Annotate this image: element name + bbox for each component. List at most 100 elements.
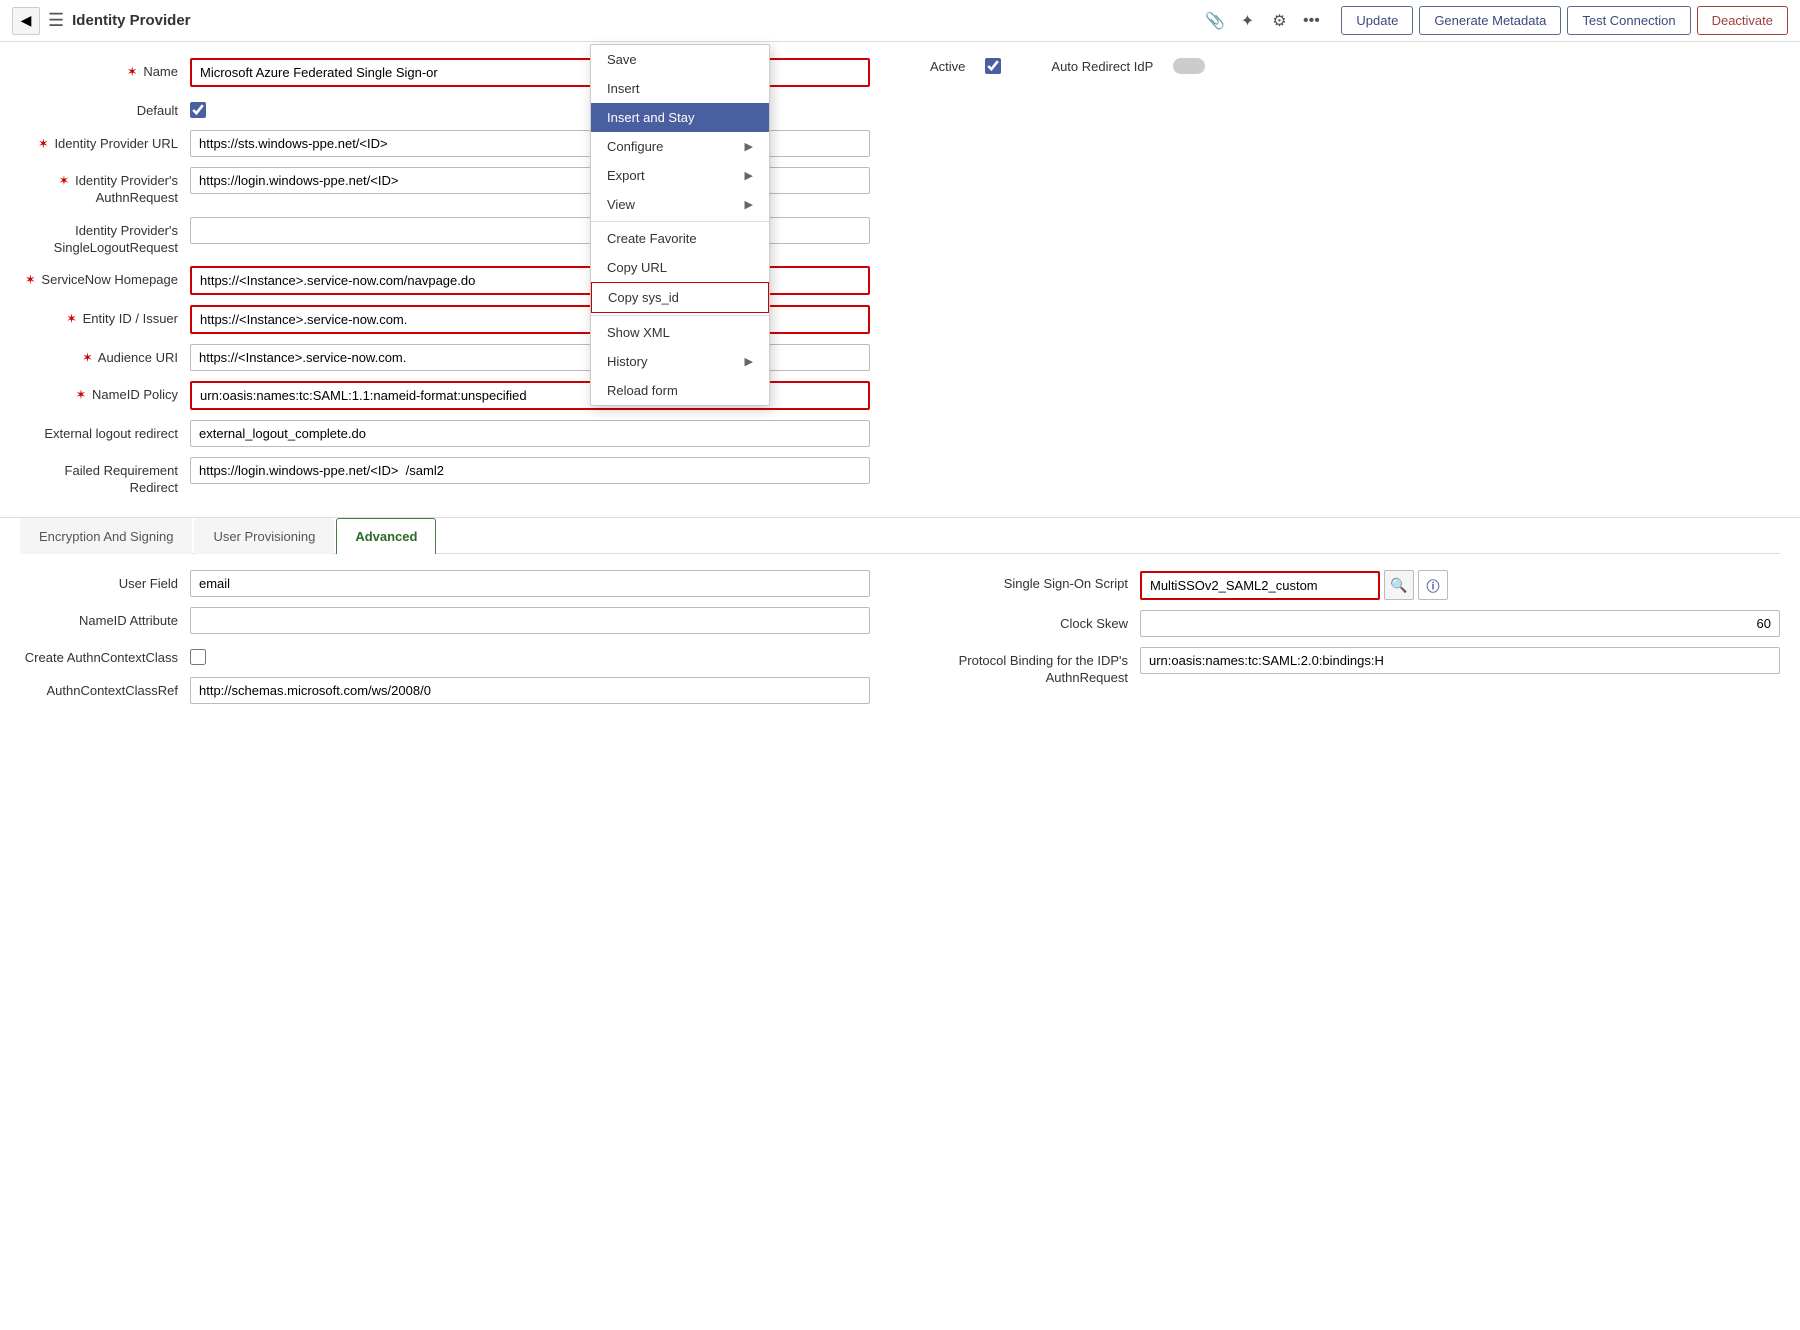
tab-user-provisioning[interactable]: User Provisioning: [194, 518, 334, 554]
menu-item-show-xml[interactable]: Show XML: [591, 318, 769, 347]
nameid-policy-required-star: ✶: [76, 387, 87, 402]
user-field-input[interactable]: [190, 570, 870, 597]
export-arrow-icon: ▶: [745, 169, 753, 182]
clock-skew-row: Clock Skew: [920, 610, 1780, 637]
entity-id-row: ✶ Entity ID / Issuer: [20, 305, 1780, 334]
audience-uri-required-star: ✶: [82, 350, 93, 365]
audience-uri-label: ✶ Audience URI: [20, 344, 190, 367]
update-button[interactable]: Update: [1341, 6, 1413, 35]
deactivate-button[interactable]: Deactivate: [1697, 6, 1788, 35]
idp-slo-row: Identity Provider's SingleLogoutRequest: [20, 217, 1780, 257]
configure-arrow-icon: ▶: [745, 140, 753, 153]
header-actions: Update Generate Metadata Test Connection…: [1341, 6, 1788, 35]
generate-metadata-button[interactable]: Generate Metadata: [1419, 6, 1561, 35]
idp-authn-row: ✶ Identity Provider's AuthnRequest: [20, 167, 1780, 207]
menu-item-insert[interactable]: Insert: [591, 74, 769, 103]
servicenow-hp-required-star: ✶: [25, 272, 36, 287]
menu-item-reload-form[interactable]: Reload form: [591, 376, 769, 405]
failed-req-row: Failed Requirement Redirect: [20, 457, 1780, 497]
add-icon[interactable]: ✦: [1233, 7, 1261, 35]
entity-id-required-star: ✶: [66, 311, 77, 326]
attachment-icon[interactable]: 📎: [1201, 7, 1229, 35]
menu-item-copy-sysid[interactable]: Copy sys_id: [591, 282, 769, 313]
form-area: ✶ Name Active Auto Redirect IdP Default …: [0, 42, 1800, 497]
back-button[interactable]: ◀: [12, 7, 40, 35]
auto-redirect-toggle[interactable]: [1173, 58, 1205, 74]
nameid-attr-row: NameID Attribute: [20, 607, 880, 634]
idp-slo-label: Identity Provider's SingleLogoutRequest: [20, 217, 190, 257]
authn-class-ref-label: AuthnContextClassRef: [20, 677, 190, 700]
idp-authn-required-star: ✶: [59, 173, 70, 188]
menu-item-save[interactable]: Save: [591, 45, 769, 74]
sso-script-label: Single Sign-On Script: [920, 570, 1140, 593]
context-menu: Save Insert Insert and Stay Configure ▶ …: [590, 44, 770, 406]
hamburger-icon[interactable]: ☰: [48, 10, 64, 31]
menu-item-export[interactable]: Export ▶: [591, 161, 769, 190]
user-field-label: User Field: [20, 570, 190, 593]
nameid-attr-input[interactable]: [190, 607, 870, 634]
nameid-policy-row: ✶ NameID Policy: [20, 381, 1780, 410]
tab-advanced[interactable]: Advanced: [336, 518, 436, 554]
name-label: ✶ Name: [20, 58, 190, 81]
authn-class-ref-row: AuthnContextClassRef: [20, 677, 880, 704]
header-left: ◀ ☰ Identity Provider: [12, 7, 191, 35]
entity-id-label: ✶ Entity ID / Issuer: [20, 305, 190, 328]
advanced-tab-content: User Field NameID Attribute Create Authn…: [20, 554, 1780, 730]
advanced-two-col: User Field NameID Attribute Create Authn…: [20, 570, 1780, 714]
default-checkbox-wrap: [190, 97, 206, 118]
name-row: ✶ Name Active Auto Redirect IdP: [20, 58, 1780, 87]
authn-class-ref-input[interactable]: [190, 677, 870, 704]
sso-script-wrap: 🔍 ⓘ: [1140, 570, 1448, 600]
menu-item-view[interactable]: View ▶: [591, 190, 769, 219]
header-icons: 📎 ✦ ⚙ •••: [1201, 7, 1325, 35]
menu-item-copy-url[interactable]: Copy URL: [591, 253, 769, 282]
default-label: Default: [20, 97, 190, 120]
protocol-binding-row: Protocol Binding for the IDP's AuthnRequ…: [920, 647, 1780, 687]
clock-skew-input[interactable]: [1140, 610, 1780, 637]
menu-item-history[interactable]: History ▶: [591, 347, 769, 376]
tab-encryption[interactable]: Encryption And Signing: [20, 518, 192, 554]
failed-req-input[interactable]: [190, 457, 870, 484]
idp-authn-label: ✶ Identity Provider's AuthnRequest: [20, 167, 190, 207]
idp-url-label: ✶ Identity Provider URL: [20, 130, 190, 153]
sso-script-input[interactable]: [1140, 571, 1380, 600]
history-arrow-icon: ▶: [745, 355, 753, 368]
failed-req-label: Failed Requirement Redirect: [20, 457, 190, 497]
more-icon[interactable]: •••: [1297, 7, 1325, 35]
settings-icon[interactable]: ⚙: [1265, 7, 1293, 35]
menu-item-create-favorite[interactable]: Create Favorite: [591, 224, 769, 253]
sso-script-row: Single Sign-On Script 🔍 ⓘ: [920, 570, 1780, 600]
view-arrow-icon: ▶: [745, 198, 753, 211]
ext-logout-label: External logout redirect: [20, 420, 190, 443]
servicenow-hp-label: ✶ ServiceNow Homepage: [20, 266, 190, 289]
default-checkbox[interactable]: [190, 102, 206, 118]
sso-info-button[interactable]: ⓘ: [1418, 570, 1448, 600]
menu-item-configure[interactable]: Configure ▶: [591, 132, 769, 161]
ext-logout-row: External logout redirect: [20, 420, 1780, 447]
create-authn-checkbox[interactable]: [190, 649, 206, 665]
nameid-attr-label: NameID Attribute: [20, 607, 190, 630]
menu-item-insert-and-stay[interactable]: Insert and Stay: [591, 103, 769, 132]
active-checkbox[interactable]: [985, 58, 1001, 74]
idp-url-row: ✶ Identity Provider URL: [20, 130, 1780, 157]
page-title: Identity Provider: [72, 12, 190, 29]
create-authn-checkbox-wrap: [190, 644, 206, 665]
advanced-left-col: User Field NameID Attribute Create Authn…: [20, 570, 880, 714]
header: ◀ ☰ Identity Provider 📎 ✦ ⚙ ••• Update G…: [0, 0, 1800, 42]
ext-logout-input[interactable]: [190, 420, 870, 447]
menu-divider-1: [591, 221, 769, 222]
active-label: Active: [930, 59, 965, 74]
audience-uri-row: ✶ Audience URI: [20, 344, 1780, 371]
create-authn-row: Create AuthnContextClass: [20, 644, 880, 667]
default-row: Default: [20, 97, 1780, 120]
sso-search-button[interactable]: 🔍: [1384, 570, 1414, 600]
clock-skew-label: Clock Skew: [920, 610, 1140, 633]
protocol-binding-label: Protocol Binding for the IDP's AuthnRequ…: [920, 647, 1140, 687]
test-connection-button[interactable]: Test Connection: [1567, 6, 1690, 35]
advanced-right-col: Single Sign-On Script 🔍 ⓘ Clock Skew Pro…: [920, 570, 1780, 714]
nameid-policy-label: ✶ NameID Policy: [20, 381, 190, 404]
protocol-binding-input[interactable]: [1140, 647, 1780, 674]
name-required-star: ✶: [127, 64, 138, 79]
auto-redirect-label: Auto Redirect IdP: [1051, 59, 1153, 74]
create-authn-label: Create AuthnContextClass: [20, 644, 190, 667]
